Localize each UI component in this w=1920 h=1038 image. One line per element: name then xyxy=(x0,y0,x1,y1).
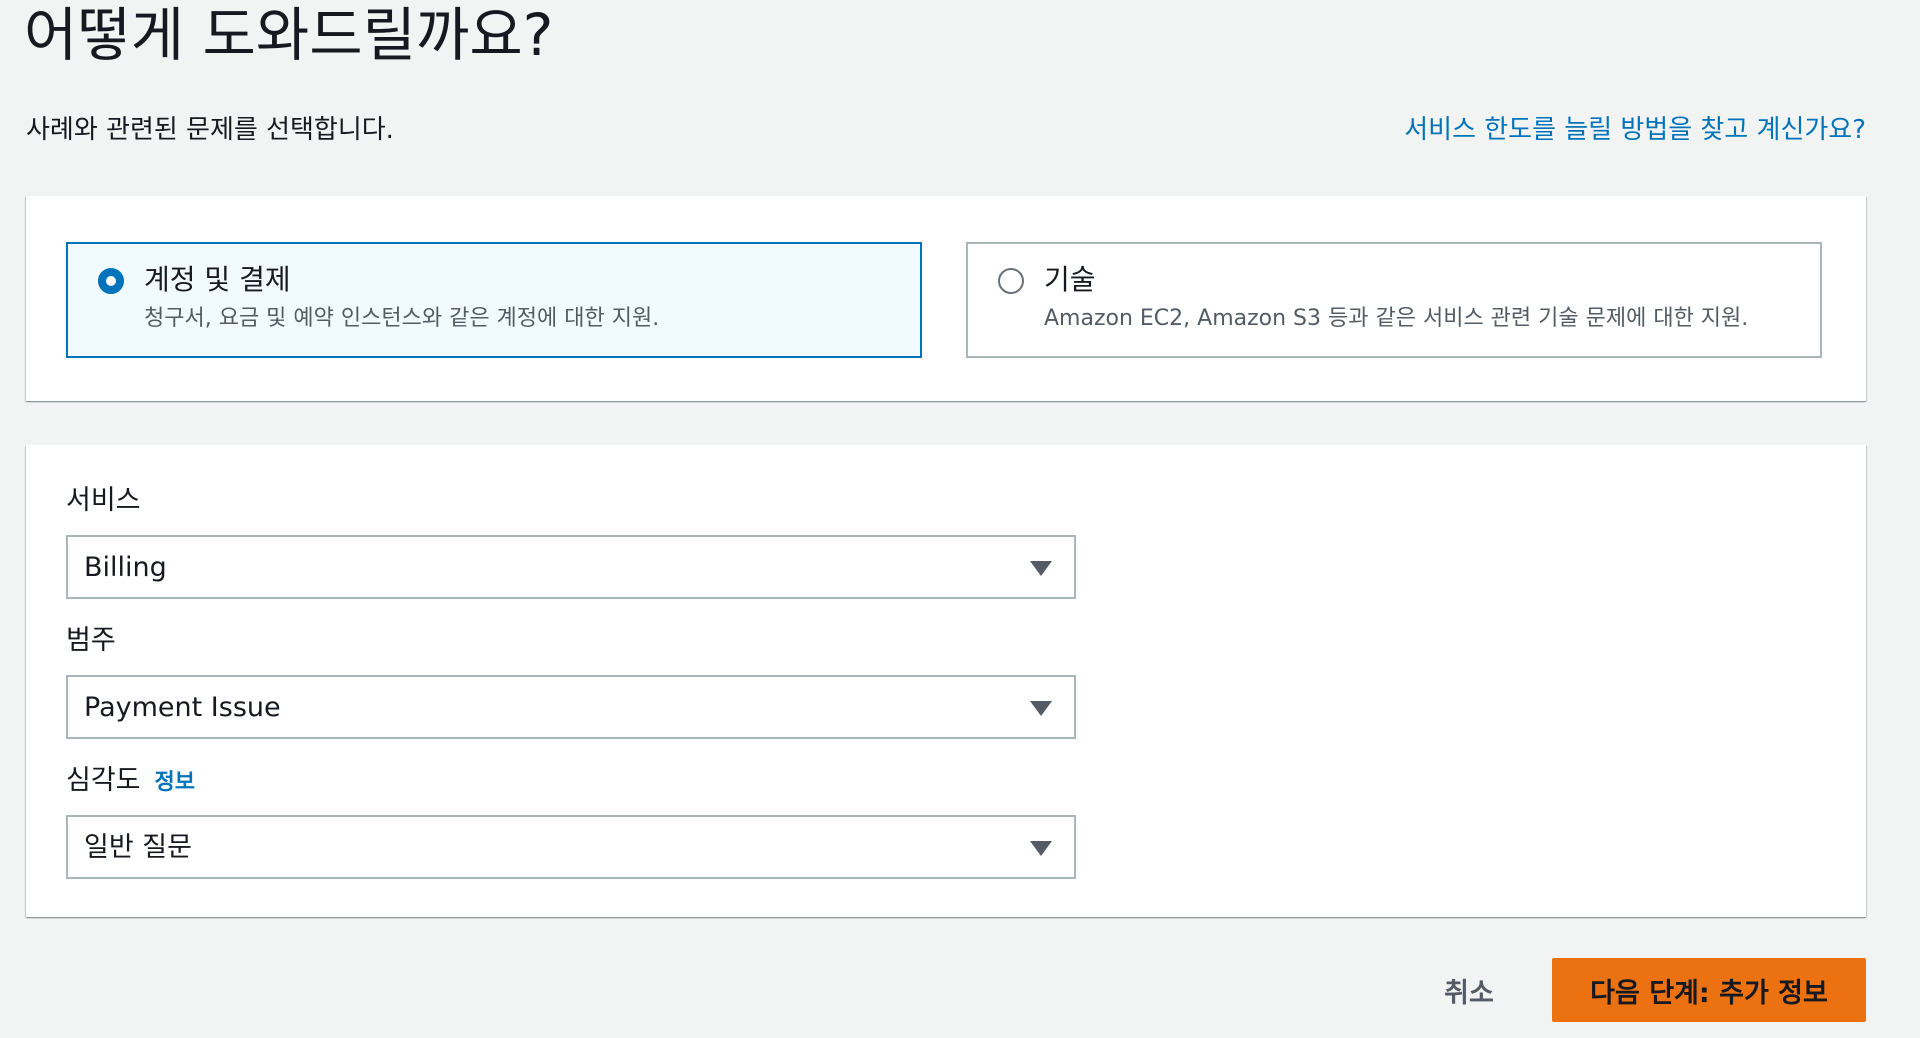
page-title: 어떻게 도와드릴까요? xyxy=(24,1,554,69)
tile-account-billing-description: 청구서, 요금 및 예약 인스턴스와 같은 계정에 대한 지원. xyxy=(144,306,660,331)
cancel-button[interactable]: 취소 xyxy=(1424,958,1514,1022)
tile-account-billing[interactable]: 계정 및 결제 청구서, 요금 및 예약 인스턴스와 같은 계정에 대한 지원. xyxy=(66,242,922,358)
page-subtitle: 사례와 관련된 문제를 선택합니다. xyxy=(26,115,394,145)
service-quota-link[interactable]: 서비스 한도를 늘릴 방법을 찾고 계신가요? xyxy=(1404,112,1866,148)
case-details-panel: 서비스 Billing 범주 Payment Issue 심각도 정보 일반 질문 xyxy=(26,445,1866,917)
category-label: 범주 xyxy=(66,625,116,656)
radio-technical[interactable] xyxy=(998,268,1024,294)
radio-account-billing[interactable] xyxy=(98,268,124,294)
category-select-value: Payment Issue xyxy=(84,692,281,723)
tile-technical-label: 기술 xyxy=(1044,263,1096,296)
case-type-panel: 계정 및 결제 청구서, 요금 및 예약 인스턴스와 같은 계정에 대한 지원.… xyxy=(26,196,1866,401)
category-select[interactable]: Payment Issue xyxy=(66,675,1076,739)
caret-down-icon xyxy=(1030,561,1052,576)
severity-info-link[interactable]: 정보 xyxy=(155,770,195,795)
tile-technical-description: Amazon EC2, Amazon S3 등과 같은 서비스 관련 기술 문제… xyxy=(1044,306,1749,331)
severity-select-value: 일반 질문 xyxy=(84,832,192,863)
service-select-value: Billing xyxy=(84,552,167,583)
service-label: 서비스 xyxy=(66,485,141,516)
service-select[interactable]: Billing xyxy=(66,535,1076,599)
tile-technical[interactable]: 기술 Amazon EC2, Amazon S3 등과 같은 서비스 관련 기술… xyxy=(966,242,1822,358)
tile-account-billing-label: 계정 및 결제 xyxy=(144,263,291,296)
severity-select[interactable]: 일반 질문 xyxy=(66,815,1076,879)
severity-label: 심각도 xyxy=(66,765,141,796)
caret-down-icon xyxy=(1030,701,1052,716)
caret-down-icon xyxy=(1030,841,1052,856)
next-step-button[interactable]: 다음 단계: 추가 정보 xyxy=(1552,958,1866,1022)
severity-label-row: 심각도 정보 xyxy=(66,763,195,801)
